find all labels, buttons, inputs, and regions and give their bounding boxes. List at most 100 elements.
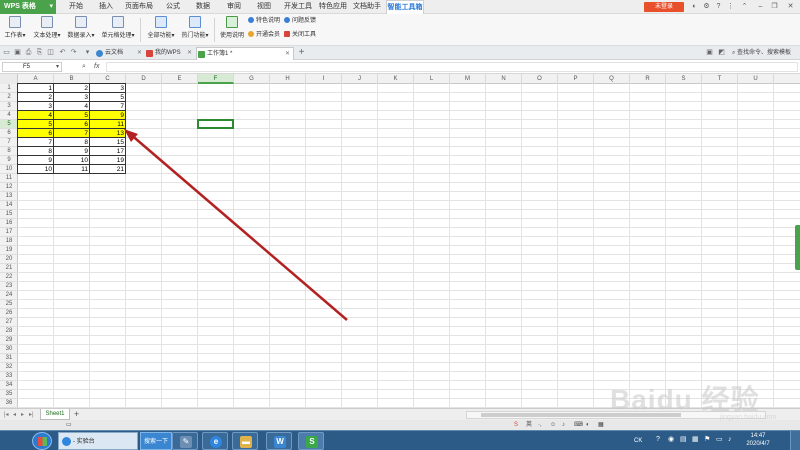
row-header-21[interactable]: 21 [0,264,18,273]
row-header-34[interactable]: 34 [0,381,18,390]
row-header-28[interactable]: 28 [0,327,18,336]
name-box[interactable]: F5 ▾ [2,62,62,72]
worksheet-button[interactable]: 工作表▾ [4,16,26,44]
row-header-31[interactable]: 31 [0,354,18,363]
preview-icon[interactable]: ◫ [46,48,55,58]
prev-sheet-icon[interactable]: ◂ [13,410,16,420]
window-icon[interactable]: ◩ [717,48,726,58]
volume-icon[interactable]: ♪ [728,436,736,444]
close-icon[interactable]: ✕ [786,2,795,12]
tab-cloud-docs[interactable]: 云文档 ✕ [95,47,145,60]
tab-review[interactable]: 审阅 [224,0,244,14]
first-sheet-icon[interactable]: |◂ [4,410,9,420]
row-header-9[interactable]: 9 [0,156,18,165]
row-header-16[interactable]: 16 [0,219,18,228]
row-header-15[interactable]: 15 [0,210,18,219]
row-header-22[interactable]: 22 [0,273,18,282]
row-header-13[interactable]: 13 [0,192,18,201]
row-header-26[interactable]: 26 [0,309,18,318]
row-header-1[interactable]: 1 [0,84,18,93]
row-header-32[interactable]: 32 [0,363,18,372]
last-sheet-icon[interactable]: ▸| [29,410,34,420]
pin-icon[interactable]: ▣ [705,48,714,58]
start-button[interactable] [32,432,52,450]
tab-doc-assistant[interactable]: 文档助手 [352,0,382,14]
row-header-10[interactable]: 10 [0,165,18,174]
fx-icon[interactable]: fx [94,62,99,72]
tab-workbook1[interactable]: 工作簿1 * ✕ [196,47,294,60]
feature-intro-link[interactable]: 特色说明 [248,17,280,26]
data-entry-button[interactable]: 数据录入▾ [66,16,96,44]
cell-process-button[interactable]: 单元格处理▾ [100,16,136,44]
row-header-29[interactable]: 29 [0,336,18,345]
row-header-30[interactable]: 30 [0,345,18,354]
more-icon[interactable]: ⋮ [726,2,735,12]
text-process-button[interactable]: 文本处理▾ [32,16,62,44]
select-all-corner[interactable] [0,74,18,84]
column-header-g[interactable]: G [234,74,270,84]
cell-area[interactable]: 1 2 3 2 3 5 3 4 7 4 5 9 5 6 11 6 7 13 7 8 15 8 9 17 9 10 19 10 11 21 [17,83,800,408]
security-tray-icon[interactable]: ◉ [668,436,676,444]
row-header-11[interactable]: 11 [0,174,18,183]
macro-icon[interactable]: ▭ [66,421,72,429]
tab-my-wps[interactable]: 我的WPS ✕ [145,47,195,60]
show-desktop-button[interactable] [790,431,800,450]
tab-featured[interactable]: 特色应用 [318,0,348,14]
maximize-icon[interactable]: ❐ [770,2,779,12]
monitor-tray-icon[interactable]: ▭ [716,436,724,444]
column-header-j[interactable]: J [342,74,378,84]
row-header-12[interactable]: 12 [0,183,18,192]
row-header-27[interactable]: 27 [0,318,18,327]
tab-insert[interactable]: 插入 [96,0,116,14]
row-header-6[interactable]: 6 [0,129,18,138]
row-header-33[interactable]: 33 [0,372,18,381]
english-icon[interactable]: 英 [526,421,532,429]
row-header-17[interactable]: 17 [0,228,18,237]
row-header-7[interactable]: 7 [0,138,18,147]
clock[interactable]: 14:47 2020/4/7 [738,432,778,450]
cell-b10[interactable]: 11 [54,165,90,174]
zoom-search-icon[interactable]: ⌕ [82,62,86,72]
keyboard-icon[interactable]: ⌨ [574,421,583,429]
column-header-o[interactable]: O [522,74,558,84]
tab-formulas[interactable]: 公式 [163,0,183,14]
emoji-icon[interactable]: ☺ [550,421,556,429]
selected-cell[interactable] [197,119,234,129]
row-header-18[interactable]: 18 [0,237,18,246]
tab-smart-toolbox[interactable]: 智能工具箱 [386,0,424,14]
minimize-icon[interactable]: – [756,2,765,12]
taskbar-explorer-app[interactable]: ▬ [232,432,258,450]
column-header-r[interactable]: R [630,74,666,84]
tab-view[interactable]: 视图 [254,0,274,14]
open-member-link[interactable]: 开通会员 [248,31,280,40]
redo-icon[interactable]: ↷ [69,48,78,58]
row-header-2[interactable]: 2 [0,93,18,102]
column-header-d[interactable]: D [126,74,162,84]
taskbar-ie-app[interactable]: e [202,432,228,450]
cell-c10[interactable]: 21 [90,165,126,174]
row-header-36[interactable]: 36 [0,399,18,408]
column-header-i[interactable]: I [306,74,342,84]
ribbon-toggle-icon[interactable]: ⌃ [740,2,749,12]
row-header-20[interactable]: 20 [0,255,18,264]
save-icon[interactable]: ▣ [13,48,22,58]
column-header-p[interactable]: P [558,74,594,84]
column-header-a[interactable]: A [18,74,54,84]
skin-icon[interactable]: ◐ [690,2,699,12]
column-header-e[interactable]: E [162,74,198,84]
row-header-8[interactable]: 8 [0,147,18,156]
row-header-14[interactable]: 14 [0,201,18,210]
settings-icon[interactable]: ⚙ [702,2,711,12]
next-sheet-icon[interactable]: ▸ [21,410,24,420]
row-header-23[interactable]: 23 [0,282,18,291]
mic-icon[interactable]: ♪ [562,421,565,429]
close-icon[interactable]: ✕ [187,47,192,60]
column-header-l[interactable]: L [414,74,450,84]
column-header-k[interactable]: K [378,74,414,84]
hot-features-button[interactable]: 热门功能▾ [180,16,210,44]
app-tray-icon[interactable]: ▦ [692,436,700,444]
row-header-4[interactable]: 4 [0,111,18,120]
login-button[interactable]: 未登录 [644,2,684,12]
row-header-19[interactable]: 19 [0,246,18,255]
taskbar-wps-writer[interactable]: W [266,432,292,450]
